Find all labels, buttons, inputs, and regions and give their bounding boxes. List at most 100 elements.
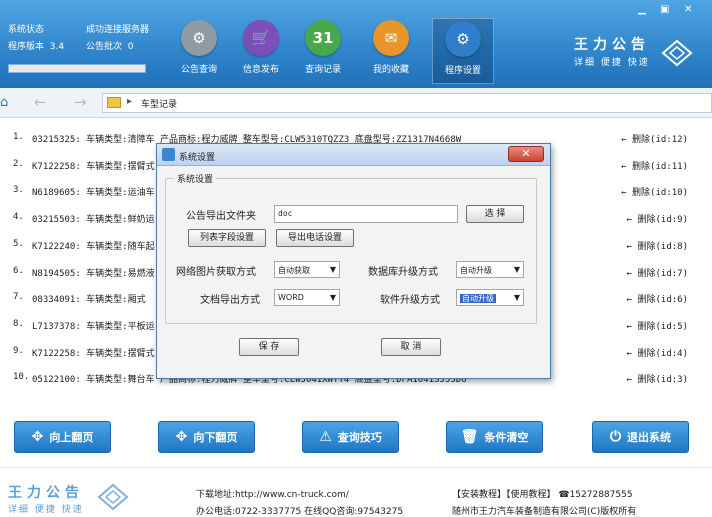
delete-link[interactable]: ← 删除(id:3) [627,372,688,385]
delete-link[interactable]: ← 删除(id:8) [627,239,688,252]
brand-logo: 王力公告 详细 便捷 快速 [574,37,650,68]
nav-label: 查询记录 [304,65,341,75]
close-icon[interactable]: ✕ [684,4,692,15]
doc-export-select[interactable]: WORD ▼ [274,289,340,306]
nav-gear[interactable]: ⚙ 程序设置 [432,18,494,84]
delete-link[interactable]: ← 删除(id:12) [621,132,688,145]
gear-icon: ⚙ [445,21,481,57]
export-folder-input[interactable]: doc [274,205,458,223]
help-info: 【安装教程】【使用教程】 ☎15272887555 随州市王力汽车装备制造有限公… [452,487,636,517]
chevron-down-icon: ▼ [513,293,520,302]
footer-emblem-icon [97,483,129,511]
move-up-icon: ✥ [31,429,44,445]
image-mode-label: 网络图片获取方式 [176,267,256,278]
tractor-icon: ⚙ [181,20,217,56]
nav-favorites[interactable]: ✉ 我的收藏 [360,18,422,84]
forward-arrow-icon[interactable]: → [74,93,87,111]
status-label: 系统状态 [8,25,45,35]
button-label: 条件清空 [484,431,529,444]
row-number: 3. [13,185,24,196]
row-number: 8. [13,318,24,329]
nav-label: 程序设置 [444,66,481,76]
db-upgrade-select[interactable]: 自动升级 ▼ [456,261,524,278]
batch-value: 0 [127,42,134,52]
folder-icon [107,97,121,108]
row-number: 6. [13,265,24,276]
nav-label: 我的收藏 [372,65,409,75]
settings-group: 系统设置 公告导出文件夹 doc 选 择 列表字段设置 导出电话设置 网络图片获… [165,172,537,324]
brand-emblem-icon [661,39,693,67]
dialog-titlebar[interactable]: 系统设置 ✕ [157,144,550,166]
image-mode-select[interactable]: 自动获取 ▼ [274,261,340,278]
move-down-button[interactable]: ✥ 向下翻页 [158,421,255,453]
row-number: 10. [13,372,30,383]
sw-upgrade-label: 软件升级方式 [380,295,440,306]
version-value: 3.4 [49,42,65,52]
row-number: 4. [13,212,24,223]
export-phone-button[interactable]: 导出电话设置 [276,229,354,247]
save-button[interactable]: 保 存 [239,338,299,356]
server-status: 成功连接服务器 [86,25,150,35]
restore-icon[interactable]: ▣ [660,4,669,15]
cancel-button[interactable]: 取 消 [381,338,441,356]
batch-line: 公告批次 0 [86,42,134,52]
nav-tractor[interactable]: ⚙ 公告查询 [168,18,230,84]
progress-bar [8,64,146,73]
tutorial-links[interactable]: 【安装教程】【使用教程】 ☎15272887555 [452,487,636,504]
row-text: 08334091: 车辆类型:厢式 [32,295,146,306]
dialog-title: 系统设置 [179,153,216,163]
breadcrumb-label: 车型记录 [141,100,178,110]
footer: 王力公告 详细 便捷 快速 下载地址:http://www.cn-truck.c… [0,467,712,517]
delete-link[interactable]: ← 删除(id:6) [627,292,688,305]
group-label: 系统设置 [174,172,217,185]
delete-link[interactable]: ← 删除(id:4) [627,346,688,359]
home-icon[interactable]: ⌂ [0,95,14,110]
db-upgrade-label: 数据库升级方式 [368,267,438,278]
dialog-close-button[interactable]: ✕ [508,146,544,162]
trash-icon: 🗑 [460,429,479,445]
power-button[interactable]: ⏻ 退出系统 [592,421,689,453]
row-text: K7122240: 车辆类型:随车起 [32,241,155,252]
move-down-icon: ✥ [175,429,188,445]
move-up-button[interactable]: ✥ 向上翻页 [14,421,111,453]
button-label: 向上翻页 [49,431,94,444]
nav-calendar[interactable]: 31 查询记录 [292,18,354,84]
row-number: 7. [13,292,24,303]
browse-button[interactable]: 选 择 [466,205,524,223]
export-folder-label: 公告导出文件夹 [186,211,256,222]
row-text: K7122258: 车辆类型:摆臂式 [32,348,155,359]
delete-link[interactable]: ← 删除(id:5) [627,319,688,332]
nav-label: 信息发布 [242,65,279,75]
sw-upgrade-select[interactable]: 自动升级 ▼ [456,289,524,306]
trash-button[interactable]: 🗑 条件清空 [446,421,543,453]
download-link[interactable]: 下载地址:http://www.cn-truck.com/ [196,487,403,504]
contact-info: 下载地址:http://www.cn-truck.com/ 办公电话:0722-… [196,487,403,517]
header-bar: ▁ ▣ ✕ 系统状态 程序版本 3.4 成功连接服务器 公告批次 0 王力公告 … [0,0,712,88]
nav-cart[interactable]: 🛒 信息发布 [230,18,292,84]
doc-export-label: 文档导出方式 [200,295,260,306]
warning-button[interactable]: ⚠ 查询技巧 [302,421,399,453]
chevron-right-icon: ▸ [127,96,133,107]
row-number: 9. [13,345,24,356]
app-icon [162,148,175,161]
settings-dialog: 系统设置 ✕ 系统设置 公告导出文件夹 doc 选 择 列表字段设置 导出电话设… [156,143,551,379]
back-arrow-icon[interactable]: ← [34,93,47,111]
delete-link[interactable]: ← 删除(id:11) [621,159,688,172]
version-line: 程序版本 3.4 [8,42,65,52]
list-fields-button[interactable]: 列表字段设置 [188,229,266,247]
row-text: N6189605: 车辆类型:运油车 [32,188,155,199]
delete-link[interactable]: ← 删除(id:10) [621,185,688,198]
row-text: K7122258: 车辆类型:摆臂式 [32,161,155,172]
footer-logo: 王力公告 详细 便捷 快速 [8,485,84,515]
row-text: 03215503: 车辆类型:鲜奶运 [32,215,155,226]
delete-link[interactable]: ← 删除(id:9) [627,212,688,225]
favorites-icon: ✉ [373,20,409,56]
minimize-icon[interactable]: ▁ [638,4,646,15]
row-number: 2. [13,158,24,169]
row-number: 1. [13,132,24,142]
breadcrumb[interactable]: ▸ 车型记录 [102,93,712,113]
button-label: 查询技巧 [337,431,382,444]
row-number: 5. [13,238,24,249]
row-text: N8194505: 车辆类型:易燃液 [32,268,155,279]
delete-link[interactable]: ← 删除(id:7) [627,266,688,279]
